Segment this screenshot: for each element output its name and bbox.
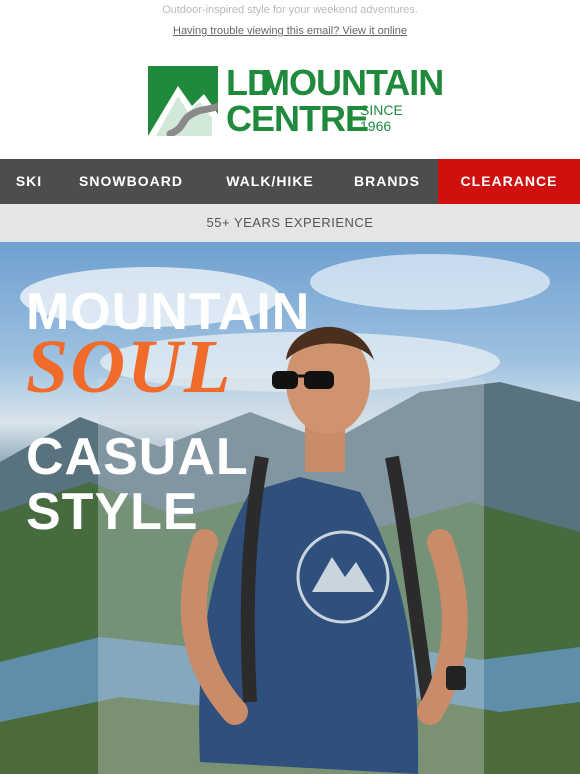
nav-item-walk-hike[interactable]: WALK/HIKE — [204, 159, 336, 204]
hero-headline-style: STYLE — [26, 483, 199, 541]
hero-banner[interactable]: MOUNTAIN SOUL CASUAL STYLE — [0, 242, 580, 774]
logo[interactable]: LD MOUNTAIN CENTRE SINCE 1966 — [148, 62, 444, 140]
nav-item-snowboard[interactable]: SNOWBOARD — [58, 159, 204, 204]
hero-headline-casual: CASUAL — [26, 428, 249, 486]
main-nav: SKI SNOWBOARD WALK/HIKE BRANDS CLEARANCE — [0, 159, 580, 204]
logo-since: SINCE 1966 — [360, 102, 403, 134]
view-online-line: Having trouble viewing this email? View … — [0, 25, 580, 37]
view-online-link[interactable]: Having trouble viewing this email? View … — [173, 25, 407, 37]
logo-centre: CENTRE — [226, 98, 369, 139]
mountain-logo-icon — [148, 66, 218, 136]
hero-headline-soul: SOUL — [26, 325, 233, 409]
nav-item-clearance[interactable]: CLEARANCE — [438, 159, 580, 204]
experience-band: 55+ YEARS EXPERIENCE — [0, 204, 580, 242]
nav-item-brands[interactable]: BRANDS — [336, 159, 438, 204]
nav-item-ski[interactable]: SKI — [0, 159, 58, 204]
email-preheader: Outdoor-inspired style for your weekend … — [162, 4, 418, 16]
